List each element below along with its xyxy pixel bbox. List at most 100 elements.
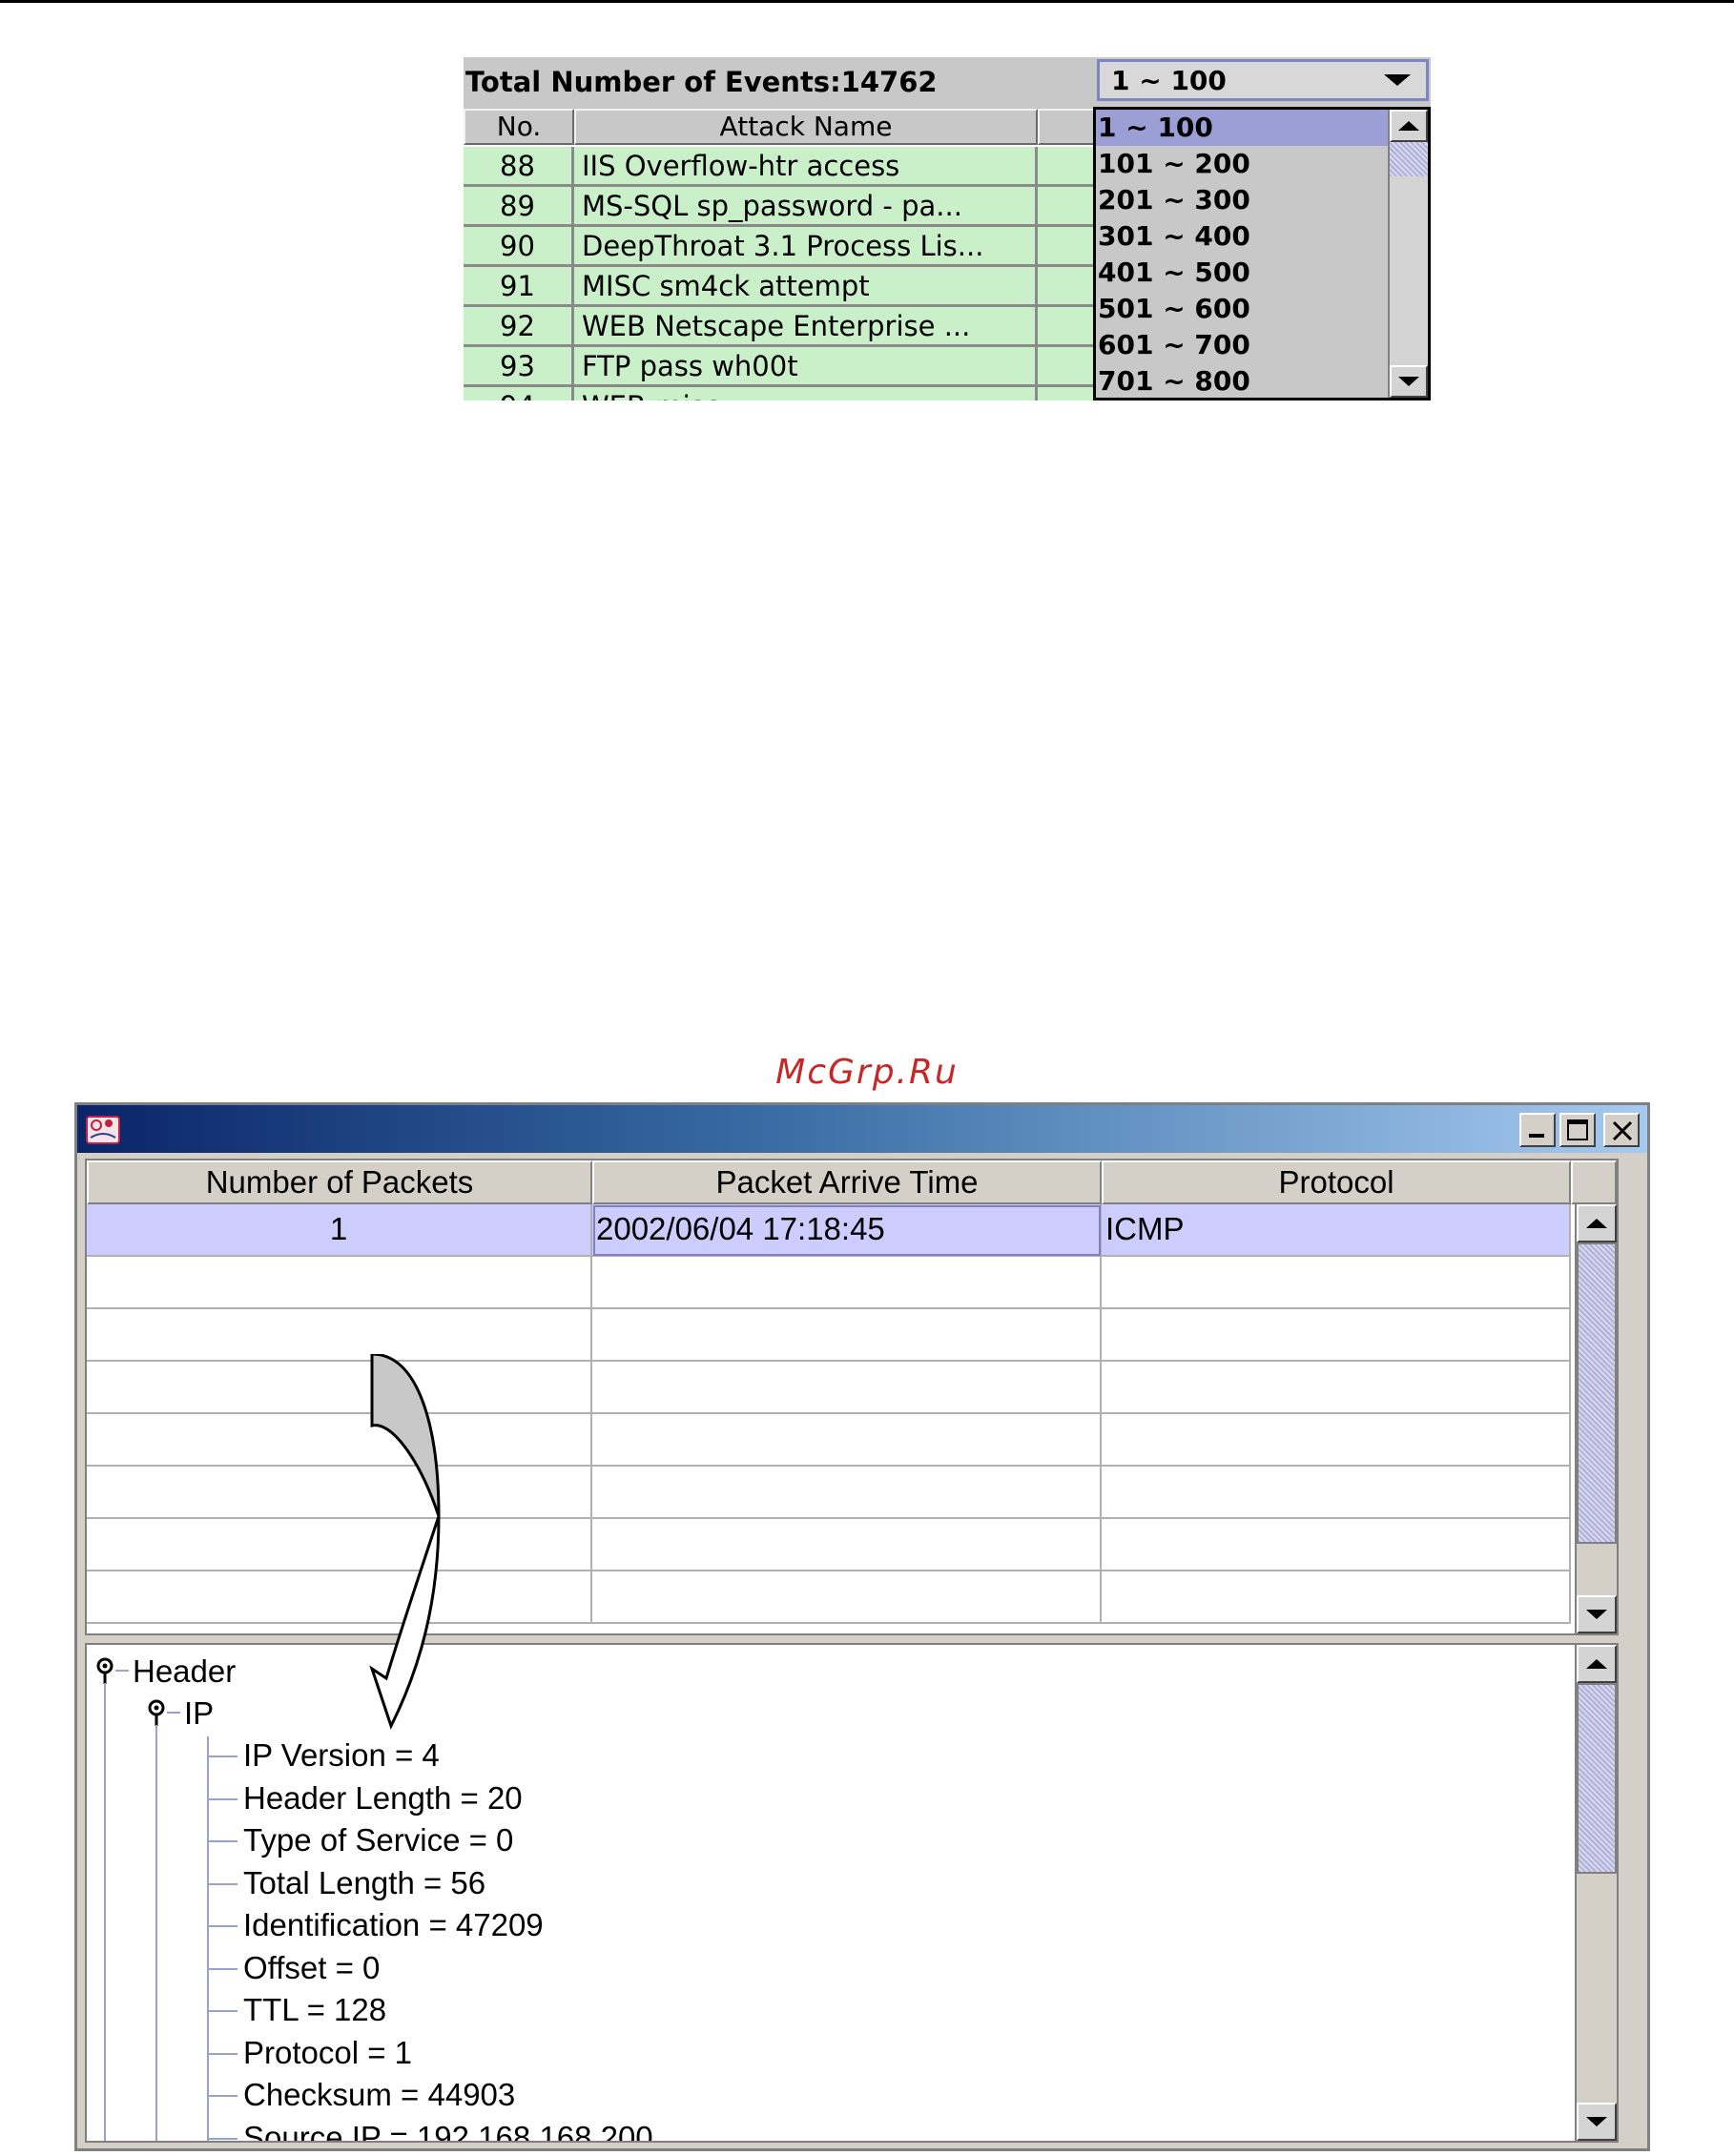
packet-tree-panel: Header IP IP Version = 4 Header Length = … bbox=[85, 1643, 1619, 2143]
tree-connector bbox=[209, 2052, 237, 2055]
packet-time-cell bbox=[592, 1571, 1102, 1624]
table-row[interactable]: 1 2002/06/04 17:18:45 ICMP bbox=[87, 1204, 1571, 1257]
table-row[interactable] bbox=[87, 1414, 1571, 1467]
packets-table: Number of Packets Packet Arrive Time Pro… bbox=[85, 1159, 1619, 1635]
tree-field[interactable]: Checksum = 44903 bbox=[243, 2076, 515, 2114]
tree-field[interactable]: Protocol = 1 bbox=[243, 2034, 412, 2072]
tree-field[interactable]: Total Length = 56 bbox=[243, 1864, 485, 1902]
column-header-extra[interactable] bbox=[1038, 109, 1097, 145]
scroll-up-button[interactable] bbox=[1577, 1645, 1617, 1683]
node-pin-icon[interactable] bbox=[94, 1657, 115, 1686]
scroll-down-button[interactable] bbox=[1390, 365, 1428, 398]
packet-protocol-cell bbox=[1102, 1519, 1571, 1571]
table-row[interactable] bbox=[87, 1571, 1571, 1624]
tree-scrollbar[interactable] bbox=[1575, 1645, 1617, 2141]
event-no: 89 bbox=[464, 187, 574, 227]
event-attack-name: DeepThroat 3.1 Process Lis... bbox=[574, 227, 1038, 267]
events-panel: Total Number of Events:14762 1 ~ 100 No.… bbox=[464, 57, 1431, 400]
event-row[interactable]: 94WEB-misc ... bbox=[464, 387, 1097, 400]
packet-protocol-cell: ICMP bbox=[1102, 1204, 1571, 1257]
scroll-down-button[interactable] bbox=[1577, 2103, 1617, 2141]
range-option[interactable]: 501 ~ 600 bbox=[1096, 291, 1390, 327]
event-attack-name: WEB-misc ... bbox=[574, 387, 1038, 400]
tree-field[interactable]: Type of Service = 0 bbox=[243, 1821, 513, 1859]
scroll-up-button[interactable] bbox=[1577, 1204, 1617, 1242]
column-header-protocol[interactable]: Protocol bbox=[1102, 1160, 1571, 1204]
node-pin-icon[interactable] bbox=[146, 1699, 167, 1728]
event-no: 94 bbox=[464, 387, 574, 400]
table-row[interactable] bbox=[87, 1467, 1571, 1519]
column-header-attack-name[interactable]: Attack Name bbox=[574, 109, 1038, 145]
event-row[interactable]: 92 WEB Netscape Enterprise ... bbox=[464, 307, 1097, 347]
event-row[interactable]: 88 IIS Overflow-htr access bbox=[464, 147, 1097, 187]
event-extra-cell bbox=[1038, 227, 1097, 267]
minimize-button[interactable] bbox=[1519, 1113, 1556, 1147]
scroll-up-button[interactable] bbox=[1390, 110, 1428, 142]
range-option[interactable]: 401 ~ 500 bbox=[1096, 255, 1390, 291]
tree-node-label: Header bbox=[133, 1653, 237, 1689]
range-option[interactable]: 701 ~ 800 bbox=[1096, 363, 1390, 398]
column-header-no[interactable]: No. bbox=[464, 109, 574, 145]
packet-number-cell: 1 bbox=[87, 1204, 592, 1257]
chevron-down-icon[interactable] bbox=[1384, 74, 1411, 86]
tree-connector bbox=[209, 2010, 237, 2012]
packet-protocol-cell bbox=[1102, 1257, 1571, 1309]
column-header-number-of-packets[interactable]: Number of Packets bbox=[87, 1160, 592, 1204]
packet-protocol-cell bbox=[1102, 1362, 1571, 1414]
range-select[interactable]: 1 ~ 100 bbox=[1097, 59, 1429, 101]
tree-field[interactable]: Header Length = 20 bbox=[243, 1779, 523, 1817]
tree-connector bbox=[209, 1756, 237, 1757]
range-option[interactable]: 301 ~ 400 bbox=[1096, 218, 1390, 255]
packets-scrollbar[interactable] bbox=[1575, 1204, 1617, 1633]
tree-connector bbox=[209, 2137, 237, 2140]
event-row[interactable]: 93 FTP pass wh00t bbox=[464, 347, 1097, 387]
events-header: Total Number of Events:14762 1 ~ 100 bbox=[464, 57, 1431, 109]
table-row[interactable] bbox=[87, 1257, 1571, 1309]
column-header-packet-arrive-time[interactable]: Packet Arrive Time bbox=[592, 1160, 1102, 1204]
tree-connector bbox=[209, 1840, 237, 1842]
table-row[interactable] bbox=[87, 1362, 1571, 1414]
tree-field[interactable]: TTL = 128 bbox=[243, 1991, 386, 2029]
top-rule bbox=[0, 0, 1734, 3]
table-row[interactable] bbox=[87, 1519, 1571, 1571]
event-row[interactable]: 90 DeepThroat 3.1 Process Lis... bbox=[464, 227, 1097, 267]
table-row[interactable] bbox=[87, 1309, 1571, 1362]
dropdown-scrollbar[interactable] bbox=[1388, 110, 1428, 398]
event-row[interactable]: 91 MISC sm4ck attempt bbox=[464, 267, 1097, 307]
event-extra-cell bbox=[1038, 267, 1097, 307]
scroll-down-button[interactable] bbox=[1577, 1595, 1617, 1633]
packet-time-cell bbox=[592, 1414, 1102, 1467]
app-icon[interactable] bbox=[85, 1111, 121, 1147]
packet-number-cell bbox=[87, 1414, 592, 1467]
arrow-down-icon bbox=[1586, 1610, 1607, 1619]
range-option[interactable]: 601 ~ 700 bbox=[1096, 327, 1390, 363]
packet-number-cell bbox=[87, 1257, 592, 1309]
packet-time-cell bbox=[592, 1519, 1102, 1571]
arrow-up-icon bbox=[1398, 121, 1419, 131]
event-extra-cell bbox=[1038, 347, 1097, 387]
tree-field[interactable]: IP Version = 4 bbox=[243, 1736, 440, 1775]
scroll-thumb[interactable] bbox=[1390, 142, 1428, 176]
event-attack-name: FTP pass wh00t bbox=[574, 347, 1038, 387]
arrow-down-icon bbox=[1586, 2117, 1607, 2126]
maximize-button[interactable] bbox=[1559, 1113, 1596, 1147]
scroll-thumb[interactable] bbox=[1577, 1242, 1617, 1544]
event-attack-name: MISC sm4ck attempt bbox=[574, 267, 1038, 307]
tree-field[interactable]: Source IP = 192.168.168.200 bbox=[243, 2119, 653, 2142]
close-button[interactable] bbox=[1603, 1113, 1640, 1147]
event-extra-cell bbox=[1038, 307, 1097, 347]
range-option[interactable]: 201 ~ 300 bbox=[1096, 182, 1390, 218]
scroll-thumb[interactable] bbox=[1577, 1683, 1617, 1874]
close-icon bbox=[1612, 1120, 1633, 1141]
tree-field[interactable]: Offset = 0 bbox=[243, 1949, 380, 1987]
event-extra-cell bbox=[1038, 387, 1097, 400]
event-row[interactable]: 89 MS-SQL sp_password - pa... bbox=[464, 187, 1097, 227]
packet-window: Number of Packets Packet Arrive Time Pro… bbox=[74, 1102, 1650, 2151]
range-option[interactable]: 1 ~ 100 bbox=[1096, 110, 1390, 146]
range-option[interactable]: 101 ~ 200 bbox=[1096, 146, 1390, 182]
watermark: McGrp.Ru bbox=[775, 1053, 959, 1092]
column-header-corner bbox=[1571, 1160, 1617, 1204]
tree-field[interactable]: Identification = 47209 bbox=[243, 1906, 544, 1944]
callout-arrow-icon bbox=[369, 1354, 441, 1730]
title-bar[interactable] bbox=[77, 1105, 1647, 1153]
